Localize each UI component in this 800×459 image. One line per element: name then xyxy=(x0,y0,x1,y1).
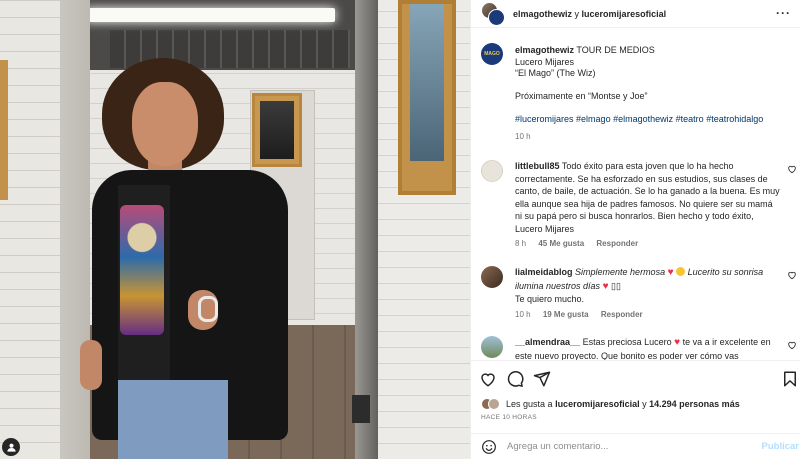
photo-right-frame xyxy=(398,0,456,195)
avatar-text: MAGO xyxy=(484,51,500,57)
photo-person-face xyxy=(132,82,198,166)
hashtag-link[interactable]: #elmago xyxy=(576,114,611,124)
reply-button[interactable]: Responder xyxy=(601,310,643,319)
red-heart-emoji-icon: ♥ xyxy=(602,280,609,292)
comment-body: littlebull85 Todo éxito para esta joven … xyxy=(515,160,781,251)
post-header: elmagothewiz y luceromijaresoficial ··· xyxy=(471,0,800,28)
reply-button[interactable]: Responder xyxy=(596,239,638,248)
photo-person-jeans xyxy=(118,380,228,459)
avatar[interactable] xyxy=(481,266,503,288)
likes-text: Les gusta a luceromijaresoficial y 14.29… xyxy=(506,399,740,409)
comment-username[interactable]: __almendraa__ xyxy=(515,337,580,347)
like-heart-icon[interactable] xyxy=(479,370,497,388)
caption-line: “El Mago” (The Wiz) xyxy=(515,68,596,78)
comment-likes[interactable]: 19 Me gusta xyxy=(543,310,589,319)
caption-time: 10 h xyxy=(515,131,531,141)
avatar[interactable]: MAGO xyxy=(481,43,503,65)
photo-person-bracelet xyxy=(198,296,218,322)
comment-likes[interactable]: 45 Me gusta xyxy=(538,239,584,248)
bookmark-icon[interactable] xyxy=(781,370,799,388)
caption-username[interactable]: elmagothewiz xyxy=(515,45,574,55)
avatar xyxy=(488,8,505,26)
avatar[interactable] xyxy=(481,160,503,182)
author-link[interactable]: elmagothewiz xyxy=(513,9,572,19)
post-actions xyxy=(471,360,800,400)
comment-meta: 10 h 19 Me gusta Responder xyxy=(515,309,781,322)
comment-username[interactable]: lialmeidablog xyxy=(515,267,573,277)
likes-user-link[interactable]: luceromijaresoficial xyxy=(555,399,640,409)
heart-eyes-emoji-icon xyxy=(676,267,686,276)
more-horizontal-icon[interactable]: ··· xyxy=(776,6,791,20)
comment-time: 8 h xyxy=(515,239,527,248)
post-side-panel: elmagothewiz y luceromijaresoficial ··· … xyxy=(470,0,800,459)
comments-scroll[interactable]: MAGO elmagothewiz TOUR DE MEDIOS Lucero … xyxy=(471,29,800,360)
comment-body: __almendraa__ Estas preciosa Lucero ♥ te… xyxy=(515,336,781,360)
photo-background-leg xyxy=(352,395,370,423)
comment-body: lialmeidablog Simplemente hermosa ♥ Luce… xyxy=(515,266,781,321)
red-heart-emoji-icon: ♥ xyxy=(667,267,674,278)
photo-back-frame xyxy=(252,93,302,167)
caption-line: TOUR DE MEDIOS xyxy=(576,45,655,55)
hashtag-link[interactable]: #teatro xyxy=(676,114,704,124)
emoji-smile-icon[interactable] xyxy=(481,439,497,455)
likes-summary: Les gusta a luceromijaresoficial y 14.29… xyxy=(481,398,740,410)
heart-icon[interactable] xyxy=(787,164,797,174)
red-heart-emoji-icon: ♥ xyxy=(674,337,681,348)
photo-left-wall-edge xyxy=(60,0,90,459)
post-timestamp: HACE 10 HORAS xyxy=(481,414,537,421)
likes-joiner: y xyxy=(642,399,647,409)
photo-ceiling-light xyxy=(85,8,335,22)
share-send-icon[interactable] xyxy=(533,370,551,388)
caption-line: Próximamente en “Montse y Joe” xyxy=(515,91,648,101)
comment-bubble-icon[interactable] xyxy=(506,370,524,388)
authors-joiner: y xyxy=(574,8,580,19)
avatar xyxy=(488,398,500,410)
hashtag-link[interactable]: #elmagothewiz xyxy=(613,114,673,124)
caption-line: Lucero Mijares xyxy=(515,56,575,67)
caption-body: elmagothewiz TOUR DE MEDIOS Lucero Mijar… xyxy=(515,45,785,142)
comment-username[interactable]: littlebull85 xyxy=(515,161,560,171)
photo-left-frame xyxy=(0,60,8,200)
avatar[interactable] xyxy=(481,336,503,358)
comment-time: 10 h xyxy=(515,309,531,319)
comment-meta: 8 h 45 Me gusta Responder xyxy=(515,238,781,251)
post-photo[interactable] xyxy=(0,0,470,459)
add-comment-input[interactable] xyxy=(507,441,727,452)
collab-avatars[interactable] xyxy=(481,1,505,26)
hashtag-link[interactable]: #luceromijares xyxy=(515,114,574,124)
caption-hashtags: #luceromijares #elmago #elmagothewiz #te… xyxy=(515,114,785,126)
comment-text: Todo éxito para esta joven que lo ha hec… xyxy=(515,161,780,234)
comment-text: Simplemente hermosa xyxy=(575,267,666,277)
comment-text: Te quiero mucho. xyxy=(515,294,585,304)
hashtag-link[interactable]: #teatrohidalgo xyxy=(706,114,763,124)
heart-icon[interactable] xyxy=(787,340,797,350)
photo-person-hand xyxy=(80,340,102,390)
author-link[interactable]: luceromijaresoficial xyxy=(582,9,667,19)
post-authors: elmagothewiz y luceromijaresoficial xyxy=(513,9,666,19)
photo-pillar xyxy=(355,0,380,459)
flag-emoji-icon: ▯▯ xyxy=(611,280,621,291)
heart-icon[interactable] xyxy=(787,270,797,280)
comment-text: Estas preciosa Lucero xyxy=(582,337,672,347)
tagged-user-icon[interactable] xyxy=(2,438,20,456)
likes-prefix: Les gusta a xyxy=(506,399,553,409)
photo-person-tee-print xyxy=(120,205,164,335)
publish-button[interactable]: Publicar xyxy=(762,441,800,452)
likes-count-link[interactable]: 14.294 personas más xyxy=(649,399,740,409)
add-comment-bar: Publicar xyxy=(471,433,800,459)
